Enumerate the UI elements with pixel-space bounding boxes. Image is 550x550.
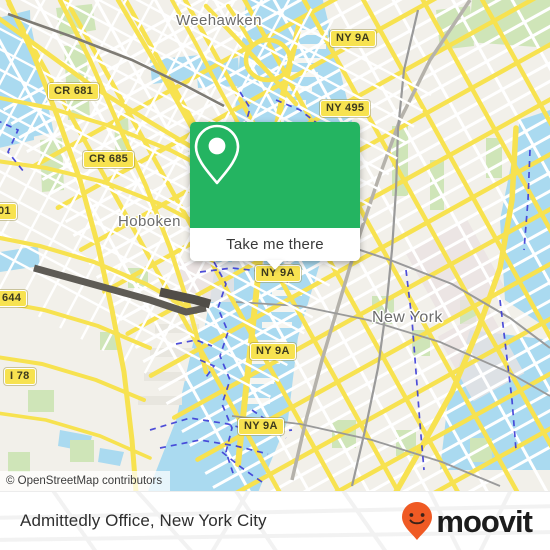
road-shield-501: 01 — [0, 203, 17, 220]
road-shield-cr-685: CR 685 — [83, 151, 135, 168]
popup-action-bar[interactable]: Take me there — [190, 228, 360, 270]
take-me-there-label: Take me there — [226, 236, 324, 253]
road-shield-cr-681: CR 681 — [48, 83, 100, 100]
page-title: Admittedly Office, New York City — [20, 511, 267, 530]
footer-bar: Admittedly Office, New York City moovit — [0, 491, 550, 550]
location-popup[interactable]: Take me there — [190, 122, 360, 270]
moovit-logo[interactable]: moovit — [400, 492, 533, 550]
moovit-pin-icon — [402, 502, 433, 540]
road-shield-ny-9a-lower: NY 9A — [250, 343, 296, 360]
moovit-map-screen: Weehawken Hoboken New York NY 9A NY 495 … — [0, 0, 550, 550]
road-shield-644: 644 — [0, 290, 28, 307]
road-shield-ny-495: NY 495 — [320, 100, 371, 117]
map-attribution[interactable]: © OpenStreetMap contributors — [0, 471, 171, 492]
popup-image-area — [190, 122, 360, 228]
map-canvas[interactable]: Weehawken Hoboken New York NY 9A NY 495 … — [0, 0, 550, 492]
road-shield-i-78: I 78 — [4, 368, 36, 385]
popup-tail — [266, 260, 284, 270]
road-shield-ny-9a-north: NY 9A — [330, 30, 376, 47]
road-shield-ny-9a-bottom: NY 9A — [238, 418, 284, 435]
map-pin-icon — [194, 124, 240, 185]
moovit-wordmark: moovit — [436, 503, 533, 539]
